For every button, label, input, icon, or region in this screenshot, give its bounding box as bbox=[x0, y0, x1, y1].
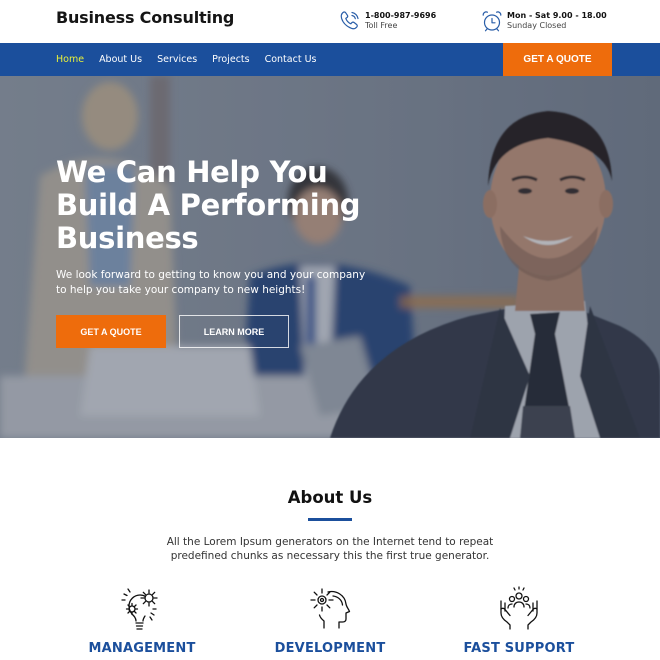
hero-title: We Can Help You Build A Performing Busin… bbox=[56, 155, 361, 255]
about-description: All the Lorem Ipsum generators on the In… bbox=[166, 536, 494, 562]
brand-logo[interactable]: Business Consulting bbox=[56, 8, 234, 27]
feature-fast-support[interactable]: FAST SUPPORT bbox=[434, 583, 604, 656]
hero-learn-more-button[interactable]: LEARN MORE bbox=[179, 315, 289, 348]
feature-label: FAST SUPPORT bbox=[463, 641, 575, 656]
phone-label: Toll Free bbox=[365, 21, 398, 30]
feature-label: MANAGEMENT bbox=[88, 641, 196, 656]
business-hours: Mon - Sat 9.00 - 18.00 Sunday Closed bbox=[480, 9, 607, 33]
about-title: About Us bbox=[287, 488, 373, 507]
hours-schedule: Mon - Sat 9.00 - 18.00 bbox=[507, 11, 607, 20]
feature-management[interactable]: MANAGEMENT bbox=[57, 583, 227, 656]
nav-item-services[interactable]: Services bbox=[157, 54, 197, 65]
nav-get-quote-button[interactable]: GET A QUOTE bbox=[503, 43, 612, 76]
alarm-clock-icon bbox=[482, 11, 502, 32]
about-divider bbox=[308, 518, 352, 521]
phone-icon bbox=[340, 11, 359, 30]
top-header: Business Consulting 1-800-987-9696 Toll … bbox=[0, 0, 660, 43]
hands-team-icon bbox=[500, 586, 538, 630]
phone-contact[interactable]: 1-800-987-9696 Toll Free bbox=[338, 9, 436, 33]
nav-item-contact-us[interactable]: Contact Us bbox=[265, 54, 317, 65]
nav-item-home[interactable]: Home bbox=[56, 54, 84, 65]
lightbulb-gears-icon bbox=[121, 588, 158, 630]
hours-label: Sunday Closed bbox=[507, 21, 567, 30]
head-gear-icon bbox=[310, 588, 351, 629]
hero-get-quote-button[interactable]: GET A QUOTE bbox=[56, 315, 166, 348]
hero-subtitle: We look forward to getting to know you a… bbox=[56, 269, 366, 296]
main-nav: Home About Us Services Projects Contact … bbox=[56, 43, 331, 76]
hero-overlay bbox=[0, 76, 660, 438]
main-navbar: Home About Us Services Projects Contact … bbox=[0, 43, 660, 76]
hero-section: We Can Help You Build A Performing Busin… bbox=[0, 76, 660, 438]
nav-item-projects[interactable]: Projects bbox=[212, 54, 249, 65]
nav-item-about-us[interactable]: About Us bbox=[99, 54, 142, 65]
phone-number[interactable]: 1-800-987-9696 bbox=[365, 11, 436, 21]
feature-label: DEVELOPMENT bbox=[274, 641, 386, 656]
feature-development[interactable]: DEVELOPMENT bbox=[245, 583, 415, 656]
